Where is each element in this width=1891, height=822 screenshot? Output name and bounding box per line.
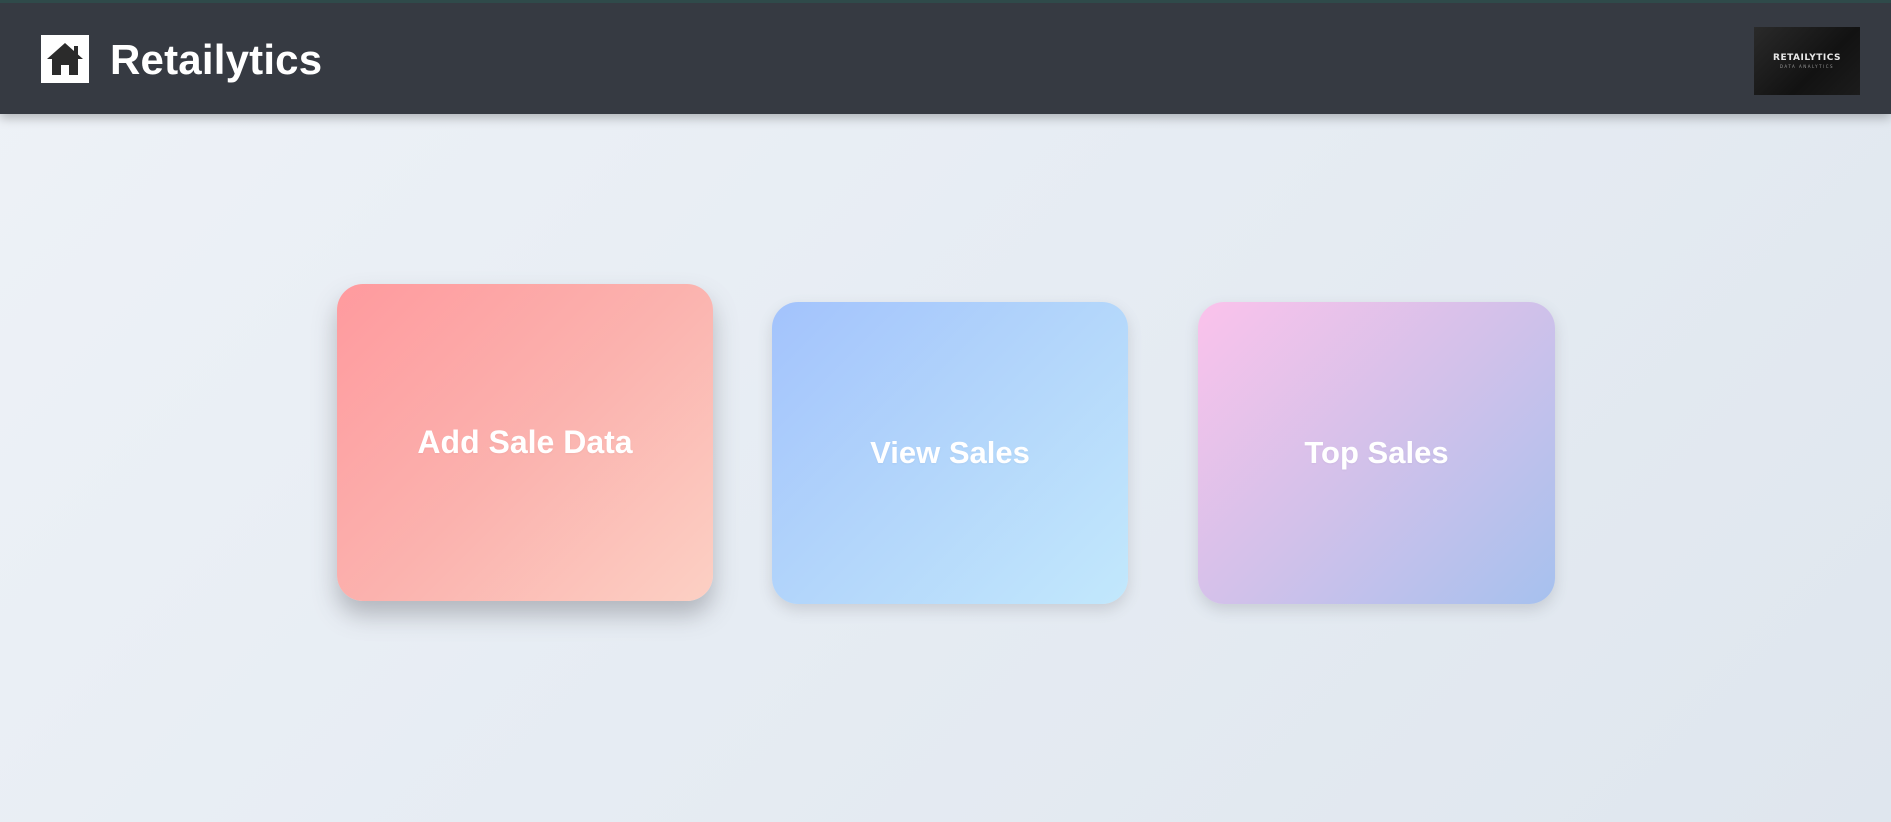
top-navbar: Retailytics RETAILYTICS DATA ANALYTICS	[0, 0, 1891, 114]
app-title: Retailytics	[110, 36, 323, 83]
top-sales-label: Top Sales	[1304, 435, 1449, 470]
add-sale-data-card[interactable]: Add Sale Data	[337, 284, 713, 601]
add-sale-data-label: Add Sale Data	[417, 424, 633, 460]
top-sales-card[interactable]: Top Sales	[1198, 302, 1555, 604]
home-icon	[47, 43, 83, 75]
view-sales-card[interactable]: View Sales	[772, 302, 1128, 604]
brand-logo: RETAILYTICS DATA ANALYTICS	[1754, 27, 1860, 95]
home-button[interactable]	[41, 35, 89, 83]
view-sales-label: View Sales	[870, 435, 1030, 470]
logo-main-text: RETAILYTICS	[1773, 52, 1841, 63]
logo-sub-text: DATA ANALYTICS	[1779, 63, 1835, 69]
